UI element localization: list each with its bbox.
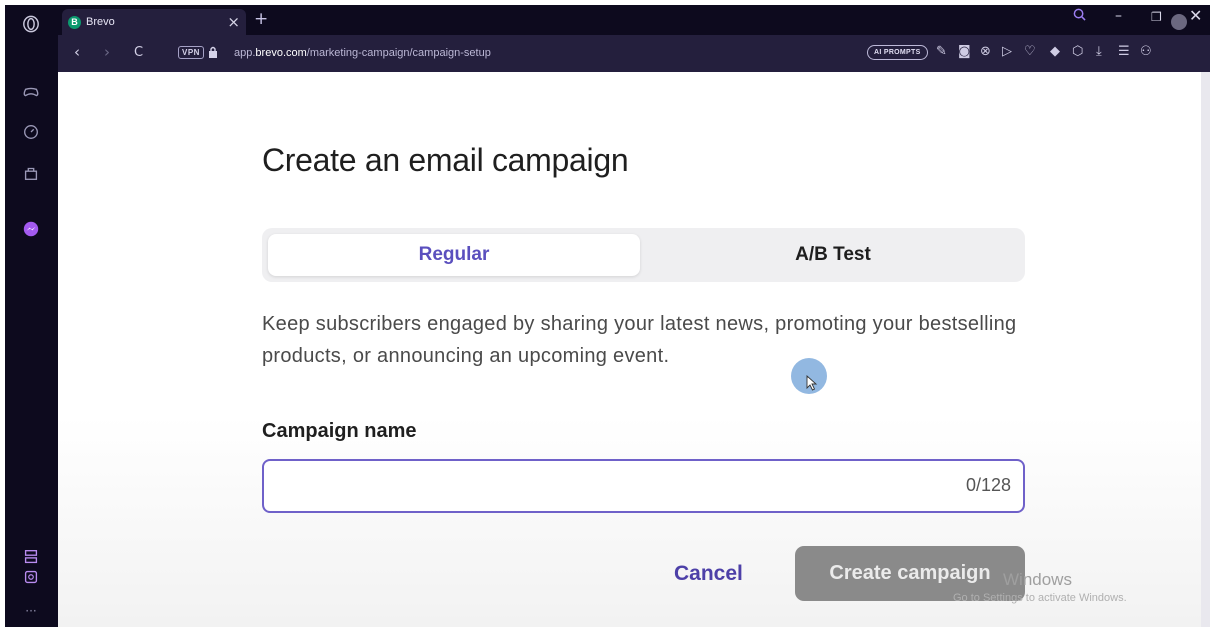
restore-icon[interactable]: ❐ — [1151, 10, 1162, 24]
activate-windows-subtitle: Go to Settings to activate Windows. — [953, 592, 1127, 604]
campaign-type-tabs: Regular A/B Test — [262, 228, 1025, 282]
block-icon[interactable]: ⊗ — [980, 44, 991, 59]
url-field[interactable]: app.brevo.com/marketing-campaign/campaig… — [234, 47, 491, 59]
tab-strip: B Brevo × + – ❐ ✕ — [58, 5, 1210, 35]
url-domain: brevo.com — [255, 47, 307, 59]
speedometer-icon[interactable] — [21, 122, 41, 142]
new-tab-button[interactable]: + — [254, 9, 268, 29]
brevo-favicon-icon: B — [68, 15, 81, 29]
minimize-icon[interactable]: – — [1115, 8, 1122, 24]
window-close-icon[interactable]: ✕ — [1189, 6, 1202, 25]
page-viewport: Create an email campaign Regular A/B Tes… — [58, 72, 1201, 627]
address-bar-row: ‹ › C VPN app.brevo.com/marketing-campai… — [58, 35, 1210, 72]
browser-window: ··· B Brevo × + – ❐ ✕ ‹ › C VPN app.brev… — [5, 5, 1210, 627]
back-icon[interactable]: ‹ — [74, 45, 80, 60]
search-icon[interactable] — [1073, 8, 1086, 25]
cube-icon[interactable]: ⬡ — [1072, 44, 1083, 59]
messenger-icon[interactable] — [21, 219, 41, 239]
cancel-button[interactable]: Cancel — [674, 562, 743, 586]
vpn-badge[interactable]: VPN — [178, 46, 204, 59]
campaign-name-label: Campaign name — [262, 420, 417, 442]
page-title: Create an email campaign — [262, 142, 629, 178]
opera-logo-icon[interactable] — [21, 14, 41, 34]
ai-diamond-icon[interactable]: ◆ — [1050, 44, 1060, 59]
settings-box-icon[interactable] — [21, 567, 41, 587]
workspaces-icon[interactable] — [21, 547, 41, 567]
mouse-pointer-icon — [806, 375, 818, 391]
heart-icon[interactable]: ♡ — [1024, 44, 1036, 59]
download-icon[interactable]: ⤓ — [1096, 44, 1102, 59]
reload-icon[interactable]: C — [134, 45, 143, 60]
profile-avatar-icon[interactable] — [1171, 14, 1187, 30]
lock-icon — [209, 46, 217, 58]
forward-icon[interactable]: › — [104, 45, 110, 60]
shopping-bag-icon[interactable] — [21, 163, 41, 183]
page-scrollbar[interactable] — [1201, 72, 1210, 627]
tab-regular[interactable]: Regular — [268, 234, 640, 276]
url-prefix: app. — [234, 47, 256, 59]
browser-sidebar: ··· — [5, 5, 58, 627]
url-path: /marketing-campaign/campaign-setup — [306, 47, 491, 59]
easy-setup-icon[interactable]: ☰ — [1118, 44, 1130, 59]
tab-title: Brevo — [86, 16, 115, 28]
more-icon[interactable]: ··· — [21, 601, 41, 621]
account-icon[interactable]: ⚇ — [1140, 44, 1152, 59]
ai-prompts-button[interactable]: AI PROMPTS — [867, 45, 928, 60]
character-counter: 0/128 — [965, 475, 1011, 495]
activate-windows-title: Windows — [1003, 570, 1072, 589]
send-icon[interactable]: ▷ — [1002, 44, 1012, 59]
gamepad-icon[interactable] — [21, 82, 41, 102]
campaign-description: Keep subscribers engaged by sharing your… — [262, 313, 1017, 367]
edit-icon[interactable]: ✎ — [936, 44, 947, 59]
tab-brevo[interactable]: B Brevo × — [62, 9, 246, 35]
tab-close-icon[interactable]: × — [227, 13, 240, 31]
tab-ab-test[interactable]: A/B Test — [647, 234, 1019, 276]
campaign-name-input[interactable]: 0/128 — [262, 459, 1025, 513]
camera-icon[interactable]: ◙ — [958, 44, 971, 59]
